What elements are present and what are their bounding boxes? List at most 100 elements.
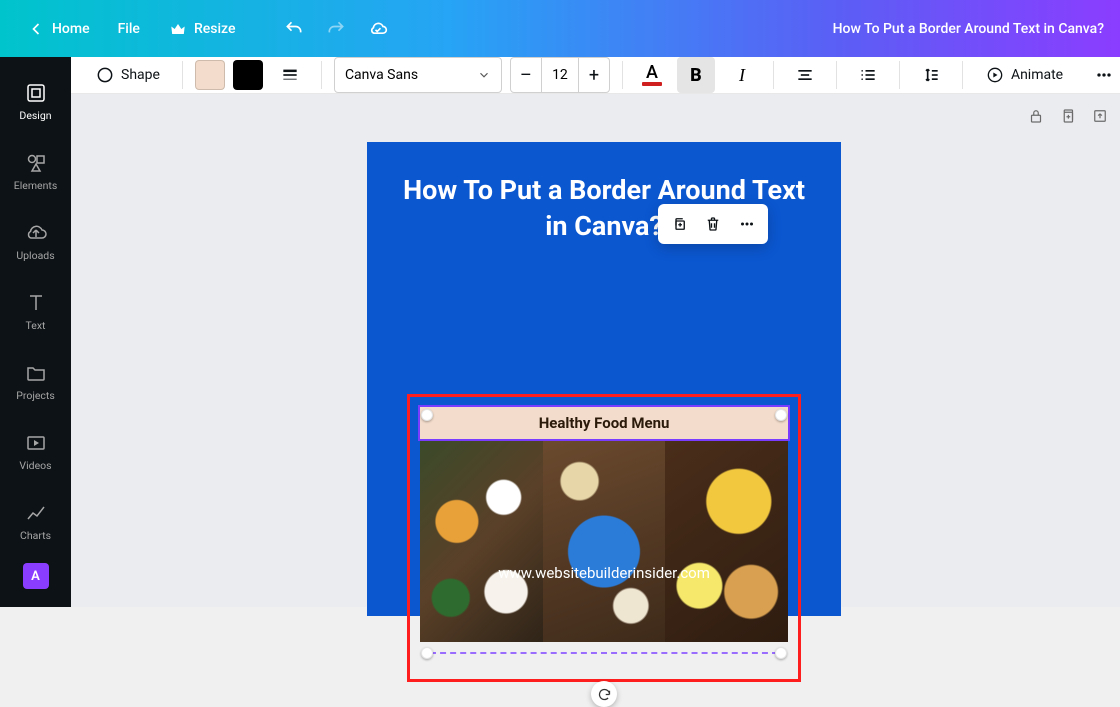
resize-label: Resize [194, 21, 236, 37]
bold-button[interactable]: B [677, 57, 715, 93]
italic-letter: I [739, 65, 745, 86]
nav-label: Projects [16, 389, 55, 402]
folder-icon [24, 361, 48, 385]
export-icon[interactable] [1091, 107, 1109, 125]
elements-icon [24, 151, 48, 175]
more-button[interactable] [1085, 57, 1120, 93]
separator [899, 61, 900, 89]
selection-content: Healthy Food Menu [418, 405, 790, 671]
crown-icon [168, 19, 188, 39]
nav-design[interactable]: Design [0, 67, 71, 135]
nav-charts[interactable]: Charts [0, 487, 71, 555]
text-color-button[interactable]: A [635, 58, 669, 92]
duplicate-icon [670, 215, 688, 233]
more-icon [1094, 65, 1114, 85]
font-size-stepper: – 12 + [510, 57, 610, 93]
delete-button[interactable] [700, 211, 726, 237]
home-label: Home [52, 21, 90, 37]
resize-handle-br[interactable] [775, 647, 787, 659]
duplicate-button[interactable] [666, 211, 692, 237]
align-button[interactable] [786, 57, 824, 93]
chart-icon [24, 501, 48, 525]
trash-icon [704, 215, 722, 233]
animate-icon [985, 65, 1005, 85]
nav-apps-badge[interactable]: A [23, 563, 49, 589]
canvas-utilities [71, 94, 1120, 124]
main-wrap: Design Elements Uploads Text Projects Vi… [0, 57, 1120, 607]
separator [321, 61, 322, 89]
design-page[interactable]: How To Put a Border Around Text in Canva… [367, 142, 841, 616]
fill-color-swatch[interactable] [195, 60, 225, 90]
font-size-value[interactable]: 12 [541, 58, 579, 92]
lock-icon[interactable] [1027, 107, 1045, 125]
top-bar: Home File Resize How To Put a Border Aro… [0, 0, 1120, 57]
italic-button[interactable]: I [723, 57, 761, 93]
separator [836, 61, 837, 89]
chevron-down-icon [477, 68, 491, 82]
border-color-swatch[interactable] [233, 60, 263, 90]
border-lines-icon [280, 65, 300, 85]
duplicate-page-icon[interactable] [1059, 107, 1077, 125]
nav-label: Videos [19, 459, 51, 472]
design-icon [24, 81, 48, 105]
context-more-button[interactable] [734, 211, 760, 237]
food-image-3[interactable] [665, 441, 788, 642]
resize-button[interactable]: Resize [158, 11, 246, 47]
redo-button[interactable] [319, 12, 353, 46]
cloud-save-button[interactable] [361, 12, 395, 46]
nav-projects[interactable]: Projects [0, 347, 71, 415]
list-icon [858, 65, 878, 85]
font-size-increase[interactable]: + [579, 58, 609, 92]
food-image-1[interactable] [420, 441, 543, 642]
selection-bounding-box[interactable]: Healthy Food Menu [407, 394, 801, 682]
undo-button[interactable] [277, 12, 311, 46]
home-button[interactable]: Home [16, 11, 100, 47]
font-family-select[interactable]: Canva Sans [334, 57, 502, 93]
text-icon [24, 291, 48, 315]
separator [773, 61, 774, 89]
redo-icon [326, 19, 346, 39]
font-name: Canva Sans [345, 67, 418, 83]
selected-text-box[interactable]: Healthy Food Menu [418, 405, 790, 441]
shape-icon [95, 65, 115, 85]
animate-label: Animate [1011, 67, 1063, 83]
rotate-handle[interactable] [591, 681, 617, 707]
text-color-bar [642, 82, 662, 86]
uploads-icon [24, 221, 48, 245]
separator [622, 61, 623, 89]
more-icon [738, 215, 756, 233]
nav-elements[interactable]: Elements [0, 137, 71, 205]
nav-videos[interactable]: Videos [0, 417, 71, 485]
resize-handle-tr[interactable] [775, 409, 787, 421]
spacing-button[interactable] [912, 57, 950, 93]
nav-uploads[interactable]: Uploads [0, 207, 71, 275]
separator [182, 61, 183, 89]
separator [962, 61, 963, 89]
design-footer-url[interactable]: www.websitebuilderinsider.com [498, 564, 710, 582]
rotate-icon [597, 687, 612, 702]
spacing-icon [921, 65, 941, 85]
side-nav: Design Elements Uploads Text Projects Vi… [0, 57, 71, 607]
border-style-button[interactable] [271, 57, 309, 93]
list-button[interactable] [849, 57, 887, 93]
canvas-stage[interactable]: How To Put a Border Around Text in Canva… [71, 124, 1120, 616]
food-image-grid[interactable] [420, 441, 788, 642]
bold-letter: B [690, 65, 702, 86]
text-toolbar: Shape Canva Sans – 12 + A [71, 57, 1120, 94]
nav-label: Elements [14, 179, 58, 192]
animate-button[interactable]: Animate [975, 57, 1073, 93]
nav-label: Design [19, 109, 51, 122]
document-title[interactable]: How To Put a Border Around Text in Canva… [833, 21, 1104, 37]
food-image-2[interactable] [543, 441, 666, 642]
resize-handle-tl[interactable] [421, 409, 433, 421]
shape-button[interactable]: Shape [85, 57, 170, 93]
align-icon [795, 65, 815, 85]
selection-bottom-edge [430, 652, 778, 654]
file-button[interactable]: File [108, 13, 150, 45]
chevron-left-icon [26, 19, 46, 39]
shape-label: Shape [121, 67, 160, 83]
resize-handle-bl[interactable] [421, 647, 433, 659]
font-size-decrease[interactable]: – [511, 58, 541, 92]
text-color-letter: A [646, 64, 658, 82]
nav-text[interactable]: Text [0, 277, 71, 345]
